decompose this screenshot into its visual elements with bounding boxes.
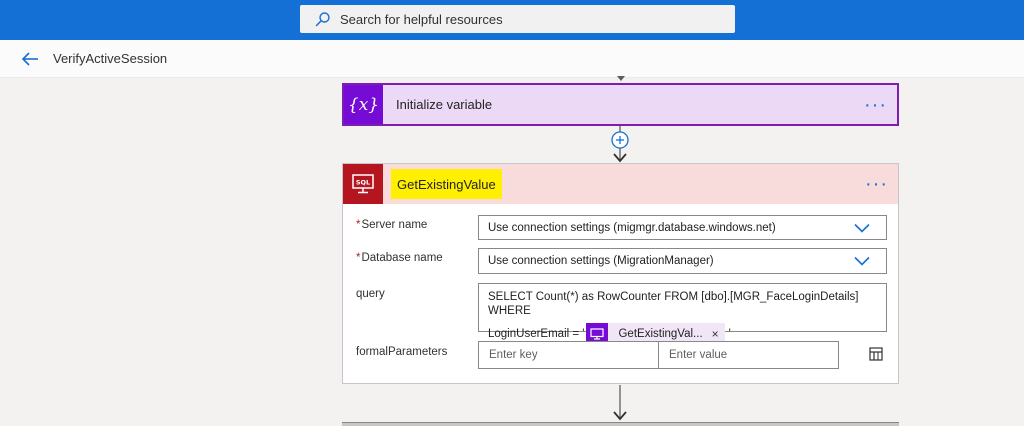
initialize-variable-card[interactable]: {x} Initialize variable ··· bbox=[342, 83, 899, 126]
query-line-1: SELECT Count(*) as RowCounter FROM [dbo]… bbox=[488, 291, 859, 317]
back-arrow-icon[interactable] bbox=[17, 46, 43, 72]
variable-icon: {x} bbox=[344, 85, 383, 124]
query-line-2-prefix: LoginUserEmail = ' bbox=[488, 328, 585, 340]
database-name-label: *Database name bbox=[356, 252, 443, 264]
server-name-label: *Server name bbox=[356, 219, 427, 231]
flow-title: VerifyActiveSession bbox=[53, 51, 168, 66]
next-action-card[interactable] bbox=[342, 422, 899, 426]
sql-server-icon: SQL bbox=[343, 164, 383, 204]
database-name-text: Database name bbox=[361, 252, 443, 264]
search-icon bbox=[308, 5, 338, 33]
server-name-value: Use connection settings (migmgr.database… bbox=[488, 221, 776, 234]
sql-icon-text: SQL bbox=[356, 179, 370, 187]
chevron-down-icon bbox=[854, 223, 870, 232]
top-header-bar: Search for helpful resources bbox=[0, 0, 1024, 40]
more-options-icon[interactable]: ··· bbox=[864, 95, 887, 115]
connector-arrowhead bbox=[617, 76, 625, 81]
initialize-variable-label: Initialize variable bbox=[396, 97, 493, 112]
formal-parameters-label: formalParameters bbox=[356, 346, 448, 358]
chevron-down-icon bbox=[854, 256, 870, 266]
search-placeholder: Search for helpful resources bbox=[340, 11, 503, 27]
token-label: GetExistingVal... bbox=[618, 328, 703, 340]
query-input[interactable]: SELECT Count(*) as RowCounter FROM [dbo]… bbox=[478, 283, 887, 345]
connector-arrow-down bbox=[613, 385, 627, 421]
action-title[interactable]: GetExistingValue bbox=[391, 169, 502, 199]
parameter-value-input[interactable]: Enter value bbox=[658, 341, 839, 369]
required-asterisk: * bbox=[356, 252, 361, 264]
table-edit-icon[interactable] bbox=[868, 346, 884, 362]
more-options-icon[interactable]: ··· bbox=[865, 174, 888, 194]
database-name-dropdown[interactable]: Use connection settings (MigrationManage… bbox=[478, 248, 887, 274]
title-bar: VerifyActiveSession bbox=[0, 40, 1024, 78]
query-suffix: ' bbox=[728, 328, 731, 340]
database-name-value: Use connection settings (MigrationManage… bbox=[488, 255, 714, 267]
query-label: query bbox=[356, 288, 385, 300]
remove-token-icon[interactable]: × bbox=[712, 327, 725, 341]
server-name-text: Server name bbox=[361, 219, 428, 231]
get-existing-value-card: SQL GetExistingValue ··· *Server name Us… bbox=[342, 163, 899, 384]
search-box[interactable]: Search for helpful resources bbox=[300, 5, 735, 33]
required-asterisk: * bbox=[356, 219, 361, 231]
parameter-key-input[interactable]: Enter key bbox=[478, 341, 659, 369]
server-name-dropdown[interactable]: Use connection settings (migmgr.database… bbox=[478, 215, 887, 240]
sql-card-header[interactable]: SQL GetExistingValue ··· bbox=[343, 164, 898, 204]
add-step-connector bbox=[611, 126, 629, 163]
